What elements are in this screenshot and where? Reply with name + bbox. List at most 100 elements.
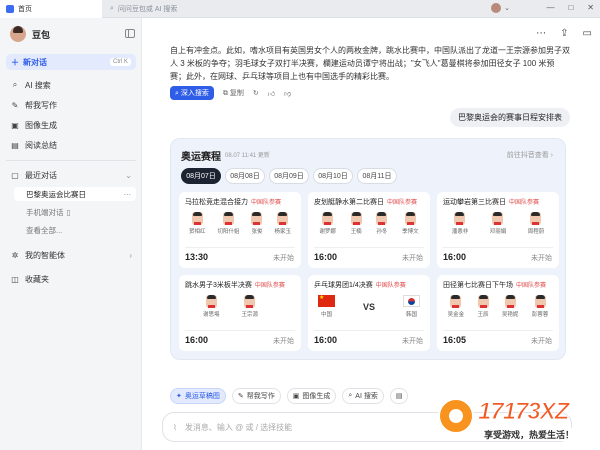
- user-menu[interactable]: ⌄: [491, 3, 510, 13]
- sidebar-item-ai-search[interactable]: ⌕ AI 搜索: [6, 77, 136, 93]
- athlete: 周程蔚: [528, 212, 544, 235]
- more-icon[interactable]: ⋯: [124, 190, 132, 199]
- athlete-name: 邓丽娟: [489, 229, 507, 235]
- athlete-name: 王宗源: [241, 312, 259, 318]
- event-status: 未开始: [402, 255, 423, 262]
- sidebar-item-agents[interactable]: ✲ 我的智能体 ›: [6, 247, 136, 263]
- athlete-avatar: [222, 212, 234, 225]
- recent-chat-item[interactable]: 手机端对话 ▯: [14, 205, 136, 219]
- sidebar-item-writing[interactable]: ✎ 帮我写作: [6, 97, 136, 113]
- athlete-name: 贺相红: [188, 229, 206, 235]
- image-icon: ▣: [11, 120, 19, 130]
- athlete-avatar: [350, 212, 362, 225]
- athlete-avatar: [454, 212, 466, 225]
- event-title: 马拉松竞走混合接力: [185, 199, 248, 206]
- attachment-icon[interactable]: ⌇: [173, 423, 177, 432]
- athlete: 彭蓉蓉: [532, 295, 548, 318]
- event-title: 跳水男子3米板半决赛: [185, 282, 252, 289]
- tool-document[interactable]: ▤: [389, 388, 409, 404]
- date-tab[interactable]: 08月11日: [357, 168, 397, 184]
- event-time: 16:00: [185, 335, 209, 345]
- card-title: 奥运赛程: [181, 152, 221, 163]
- close-button[interactable]: ✕: [587, 3, 594, 12]
- athlete: 邓丽娟: [489, 212, 507, 235]
- agent-icon: ✲: [11, 250, 19, 260]
- top-actions: ⋯ ⇪ ▭: [536, 28, 592, 39]
- date-tab[interactable]: 08月07日: [181, 168, 221, 184]
- athlete-avatar: [492, 212, 504, 225]
- athlete-name: 季博文: [402, 229, 419, 235]
- athlete-name: 孙冬: [376, 229, 388, 235]
- sidebar-item-image[interactable]: ▣ 图像生成: [6, 117, 136, 133]
- athlete-avatar: [205, 295, 217, 308]
- tool-olympic-draft[interactable]: ✦ 奥运草稿图: [170, 388, 226, 404]
- athlete: 吴艳妮: [501, 295, 519, 318]
- date-tab[interactable]: 08月09日: [269, 168, 309, 184]
- athlete-avatar: [277, 212, 289, 225]
- athlete-list: 谢罗娜 王楠 孙冬 季博文: [312, 212, 426, 235]
- event-status: 未开始: [273, 255, 294, 262]
- avatar: [491, 3, 502, 13]
- event-card[interactable]: 乒乓球男团1/4决赛中国队参赛 中国 VS 韩国 16:00 未开始: [308, 275, 430, 351]
- phone-icon: ▯: [66, 207, 71, 217]
- athlete-list: 吴金金 王辰 吴艳妮 彭蓉蓉: [441, 295, 555, 318]
- douyin-link[interactable]: 前往抖音查看 ›: [507, 150, 553, 160]
- athlete: 孙冬: [376, 212, 387, 235]
- minimize-button[interactable]: —: [546, 3, 554, 12]
- event-card[interactable]: 运动攀岩第三比赛日 中国队参赛 潘愚非 邓丽娟 周程蔚 16:00 未开始: [437, 192, 559, 268]
- more-icon[interactable]: ⋯: [536, 28, 546, 39]
- regenerate-icon[interactable]: ↻: [253, 89, 259, 97]
- brand[interactable]: 豆包: [10, 26, 50, 42]
- athlete-list: 潘愚非 邓丽娟 周程蔚: [441, 212, 555, 235]
- tool-label: AI 搜索: [355, 393, 378, 400]
- athlete-avatar: [322, 212, 334, 225]
- event-card[interactable]: 田径第七比赛日下午场 中国队参赛 吴金金 王辰 吴艳妮 彭蓉蓉 16:05 未开始: [437, 275, 559, 351]
- sidebar-item-recent[interactable]: ▢ 最近对话 ⌄: [6, 167, 136, 183]
- event-card[interactable]: 皮划艇静水第二比赛日 中国队参赛 谢罗娜 王楠 孙冬 季博文 16:00 未开始: [308, 192, 430, 268]
- assistant-message: 自上有冲金点。此如，嗜水项目有英国男女个人的两枚金牌，跳水比赛中，中国队派出了龙…: [170, 46, 570, 81]
- douyin-link-label: 前往抖音查看: [506, 152, 549, 159]
- pen-icon: ✎: [237, 393, 244, 400]
- sidebar-item-label: AI 搜索: [25, 80, 51, 90]
- view-all-link[interactable]: 查看全部...: [14, 223, 136, 237]
- copy-button[interactable]: ⧉ 复制: [223, 88, 244, 98]
- tool-search[interactable]: ⌕ AI 搜索: [342, 388, 384, 404]
- browser-tab-home[interactable]: 首页: [0, 0, 102, 18]
- tool-label: 帮我写作: [246, 393, 275, 400]
- address-placeholder: 问问豆包或 AI 搜索: [117, 6, 178, 13]
- event-time: 16:00: [314, 252, 338, 262]
- divider: [185, 247, 295, 248]
- date-tab[interactable]: 08月10日: [313, 168, 353, 184]
- chat-bubble-icon: ▢: [11, 170, 19, 180]
- recent-chat-item[interactable]: 巴黎奥运会比赛日 ⋯: [14, 187, 136, 201]
- event-time: 16:00: [443, 252, 467, 262]
- event-status: 未开始: [531, 255, 552, 262]
- deep-search-button[interactable]: ⌕ 深入搜索: [170, 86, 214, 100]
- sidebar-item-favorites[interactable]: ◫ 收藏夹: [6, 271, 136, 287]
- thumbs-up-icon[interactable]: 👍︎: [268, 89, 275, 98]
- new-chat-button[interactable]: ＋ 新对话 Ctrl K: [6, 54, 136, 70]
- china-team-tag: 中国队参赛: [516, 283, 547, 289]
- event-time: 13:30: [185, 252, 209, 262]
- chevron-down-icon: ⌄: [504, 5, 510, 12]
- event-card[interactable]: 马拉松竞走混合接力 中国队参赛 贺相红 切阳什姐 张俊 杨家玉 13:30 未开始: [179, 192, 301, 268]
- sidebar-item-reading[interactable]: ▤ 阅读总结: [6, 137, 136, 153]
- event-card[interactable]: 跳水男子3米板半决赛 中国队参赛 谢思埸 王宗源 16:00 未开始: [179, 275, 301, 351]
- athlete-name: 潘愚非: [451, 229, 469, 235]
- china-team-tag: 中国队参赛: [387, 200, 418, 206]
- address-bar[interactable]: ⌕ 问问豆包或 AI 搜索: [110, 3, 310, 15]
- thumbs-down-icon[interactable]: 👎︎: [284, 89, 291, 98]
- share-icon[interactable]: ⇪: [560, 28, 568, 39]
- tool-writing[interactable]: ✎ 帮我写作: [231, 388, 281, 404]
- date-tab[interactable]: 08月08日: [225, 168, 265, 184]
- divider: [314, 330, 424, 331]
- athlete-avatar: [244, 295, 256, 308]
- athlete: 谢罗娜: [319, 212, 336, 235]
- sidebar-toggle-icon[interactable]: [125, 29, 135, 38]
- expand-icon[interactable]: ▭: [583, 28, 592, 39]
- tool-image[interactable]: ▣ 图像生成: [286, 388, 337, 404]
- athlete-name: 吴艳妮: [501, 312, 519, 318]
- divider: [443, 330, 553, 331]
- maximize-button[interactable]: □: [568, 3, 573, 12]
- plus-icon: ＋: [11, 57, 19, 67]
